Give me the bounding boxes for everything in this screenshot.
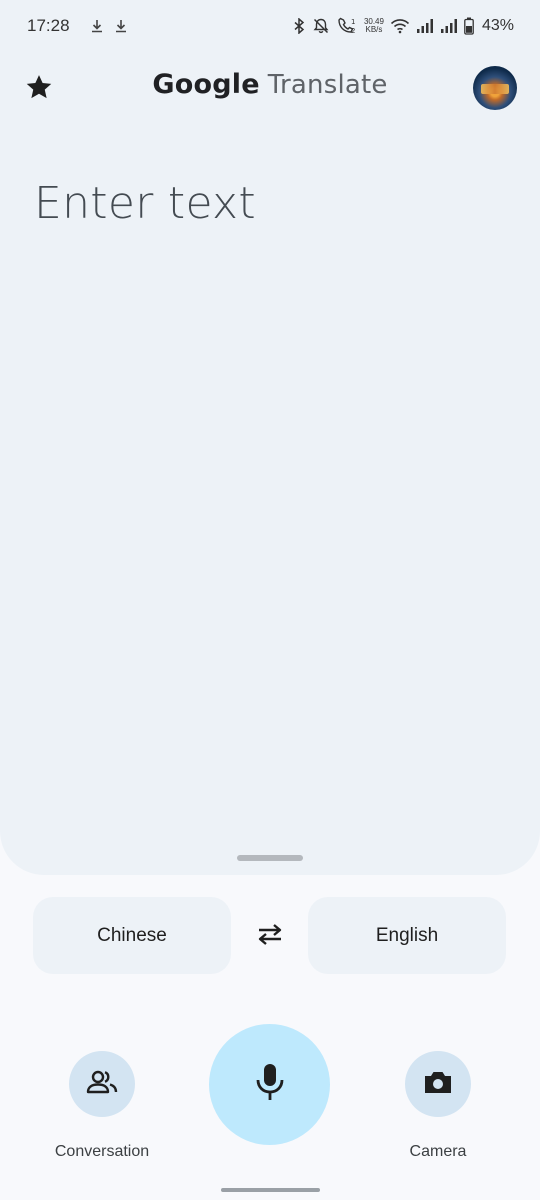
microphone-button[interactable]	[209, 1024, 330, 1145]
battery-percent: 43%	[481, 17, 514, 34]
call-icon: 12	[336, 17, 358, 35]
target-language-label: English	[375, 924, 439, 946]
conversation-button[interactable]	[69, 1051, 135, 1117]
network-speed: 30.49 KB/s	[364, 18, 384, 34]
source-text-input[interactable]: Enter text	[34, 178, 256, 229]
microphone-icon	[253, 1062, 287, 1107]
download-icon	[114, 19, 128, 33]
app-title-product: Translate	[267, 70, 388, 100]
status-time: 17:28	[27, 16, 70, 35]
app-title: Google Translate	[0, 68, 540, 100]
signal-icon	[416, 18, 434, 34]
app-title-brand: Google	[152, 69, 260, 100]
svg-text:1: 1	[351, 18, 355, 26]
text-input-panel[interactable]	[0, 0, 540, 875]
camera-button[interactable]	[405, 1051, 471, 1117]
svg-text:2: 2	[351, 27, 355, 35]
source-language-label: Chinese	[97, 924, 167, 946]
people-icon	[86, 1069, 118, 1100]
download-icon	[90, 19, 104, 33]
conversation-label: Conversation	[54, 1143, 150, 1160]
camera-icon	[423, 1069, 453, 1100]
avatar[interactable]	[473, 66, 517, 110]
source-language-button[interactable]: Chinese	[33, 897, 231, 974]
network-speed-unit: KB/s	[365, 25, 383, 34]
status-bar: 17:28 12 30.49 KB/s 43%	[0, 0, 540, 52]
drag-handle[interactable]	[237, 855, 303, 861]
home-indicator[interactable]	[221, 1188, 320, 1192]
wifi-icon	[390, 18, 410, 34]
mute-icon	[312, 17, 330, 35]
swap-arrows-icon	[255, 922, 285, 951]
signal-icon	[440, 18, 458, 34]
battery-icon	[464, 17, 474, 35]
camera-label: Camera	[409, 1143, 467, 1160]
bluetooth-icon	[292, 18, 306, 34]
swap-languages-button[interactable]	[250, 918, 290, 954]
target-language-button[interactable]: English	[308, 897, 506, 974]
